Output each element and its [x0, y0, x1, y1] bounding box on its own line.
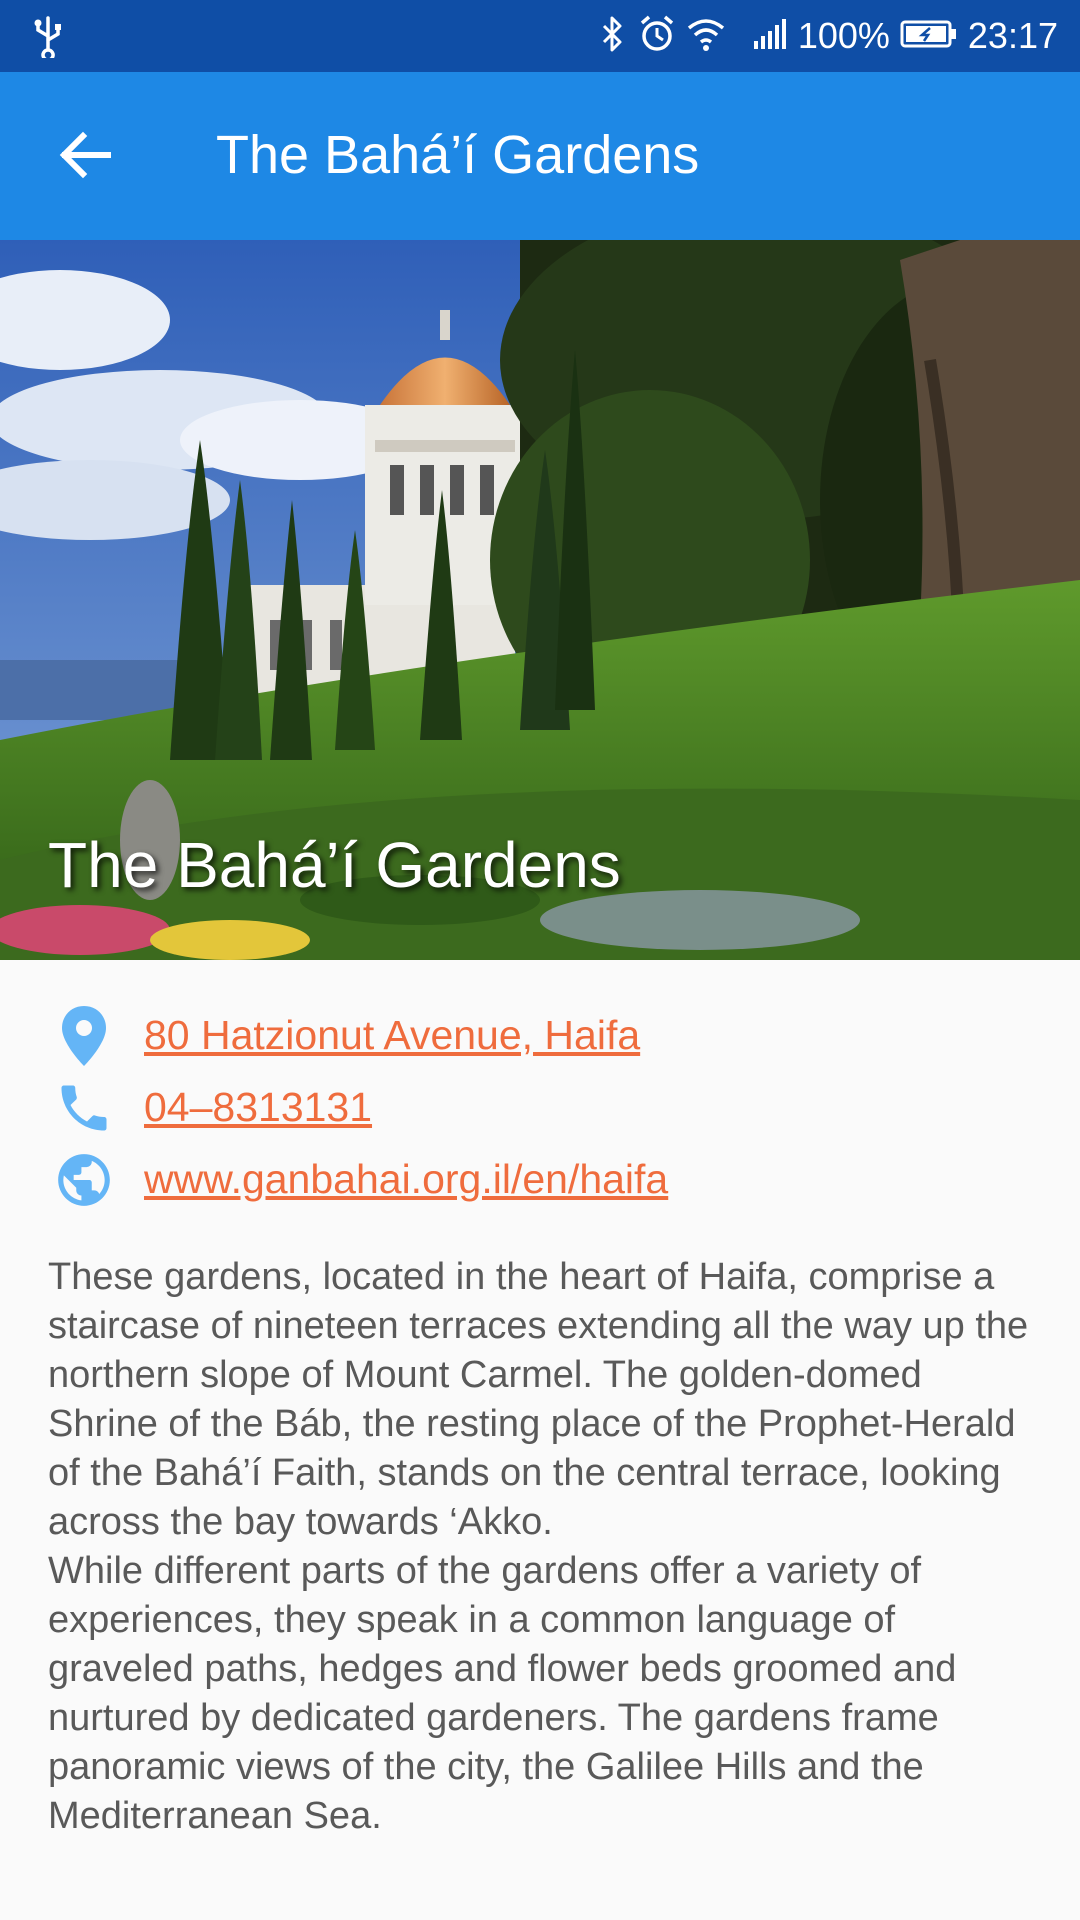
usb-icon: [30, 14, 66, 62]
address-row[interactable]: 80 Hatzionut Avenue, Haifa: [0, 1000, 1080, 1072]
arrow-left-icon: [59, 131, 112, 184]
website-row[interactable]: www.ganbahai.org.il/en/haifa: [0, 1144, 1080, 1216]
description: These gardens, located in the heart of H…: [48, 1253, 1038, 1841]
phone-row[interactable]: 04–8313131: [0, 1072, 1080, 1144]
description-paragraph: While different parts of the gardens off…: [48, 1550, 957, 1837]
globe-icon: [48, 1144, 120, 1216]
status-bar: 100% 23:17: [0, 0, 1080, 72]
phone-link[interactable]: 04–8313131: [144, 1084, 372, 1131]
app-bar: The Bahá’í Gardens: [0, 72, 1080, 240]
signal-icon: [753, 18, 788, 54]
website-link[interactable]: www.ganbahai.org.il/en/haifa: [144, 1156, 668, 1203]
clock: 23:17: [967, 15, 1058, 56]
bluetooth-icon: [598, 14, 628, 59]
battery-percent: 100%: [797, 15, 890, 56]
page-title: The Bahá’í Gardens: [216, 125, 700, 185]
status-icons: 100% 23:17: [598, 0, 1058, 72]
address-link[interactable]: 80 Hatzionut Avenue, Haifa: [144, 1012, 640, 1059]
wifi-icon: [686, 16, 726, 57]
location-pin-icon: [48, 1000, 120, 1072]
description-paragraph: These gardens, located in the heart of H…: [48, 1256, 1029, 1543]
phone-icon: [48, 1072, 120, 1144]
hero-image: The Bahá’í Gardens: [0, 240, 1080, 960]
alarm-icon: [638, 14, 676, 59]
hero-title: The Bahá’í Gardens: [48, 829, 621, 901]
battery-icon: [900, 19, 958, 54]
back-button[interactable]: [40, 112, 130, 202]
